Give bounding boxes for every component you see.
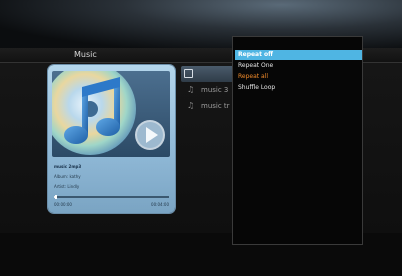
list-item[interactable]: ♫ music 3 bbox=[181, 82, 234, 98]
page-title: Music bbox=[74, 50, 97, 59]
music-note-icon: ♫ bbox=[187, 101, 195, 110]
file-list: ♫ music 3 ♫ music tr bbox=[181, 66, 234, 114]
list-item[interactable] bbox=[181, 66, 234, 82]
list-item-label: music 3 bbox=[201, 86, 229, 94]
elapsed-time: 00:00:00 bbox=[54, 202, 72, 207]
repeat-mode-menu: Repeat off Repeat One Repeat all Shuffle… bbox=[232, 36, 363, 245]
playback-progress-bar[interactable] bbox=[54, 195, 169, 199]
list-item[interactable]: ♫ music tr bbox=[181, 98, 234, 114]
now-playing-panel: music 2mp3 Album: kathy Artist: Lindly 0… bbox=[48, 65, 175, 213]
track-artist: Artist: Lindly bbox=[54, 184, 80, 189]
folder-icon bbox=[184, 69, 193, 78]
list-item-label: music tr bbox=[201, 102, 230, 110]
track-album: Album: kathy bbox=[54, 174, 81, 179]
menu-item-repeat-all[interactable]: Repeat all bbox=[235, 72, 362, 82]
album-art bbox=[52, 71, 170, 157]
total-time: 00:04:00 bbox=[151, 202, 169, 207]
menu-item-repeat-one[interactable]: Repeat One bbox=[235, 61, 362, 71]
music-note-icon: ♫ bbox=[187, 85, 195, 94]
menu-item-repeat-off[interactable]: Repeat off bbox=[235, 50, 362, 60]
menu-item-shuffle-loop[interactable]: Shuffle Loop bbox=[235, 83, 362, 93]
progress-knob[interactable] bbox=[55, 195, 58, 199]
track-name: music 2mp3 bbox=[54, 164, 82, 169]
